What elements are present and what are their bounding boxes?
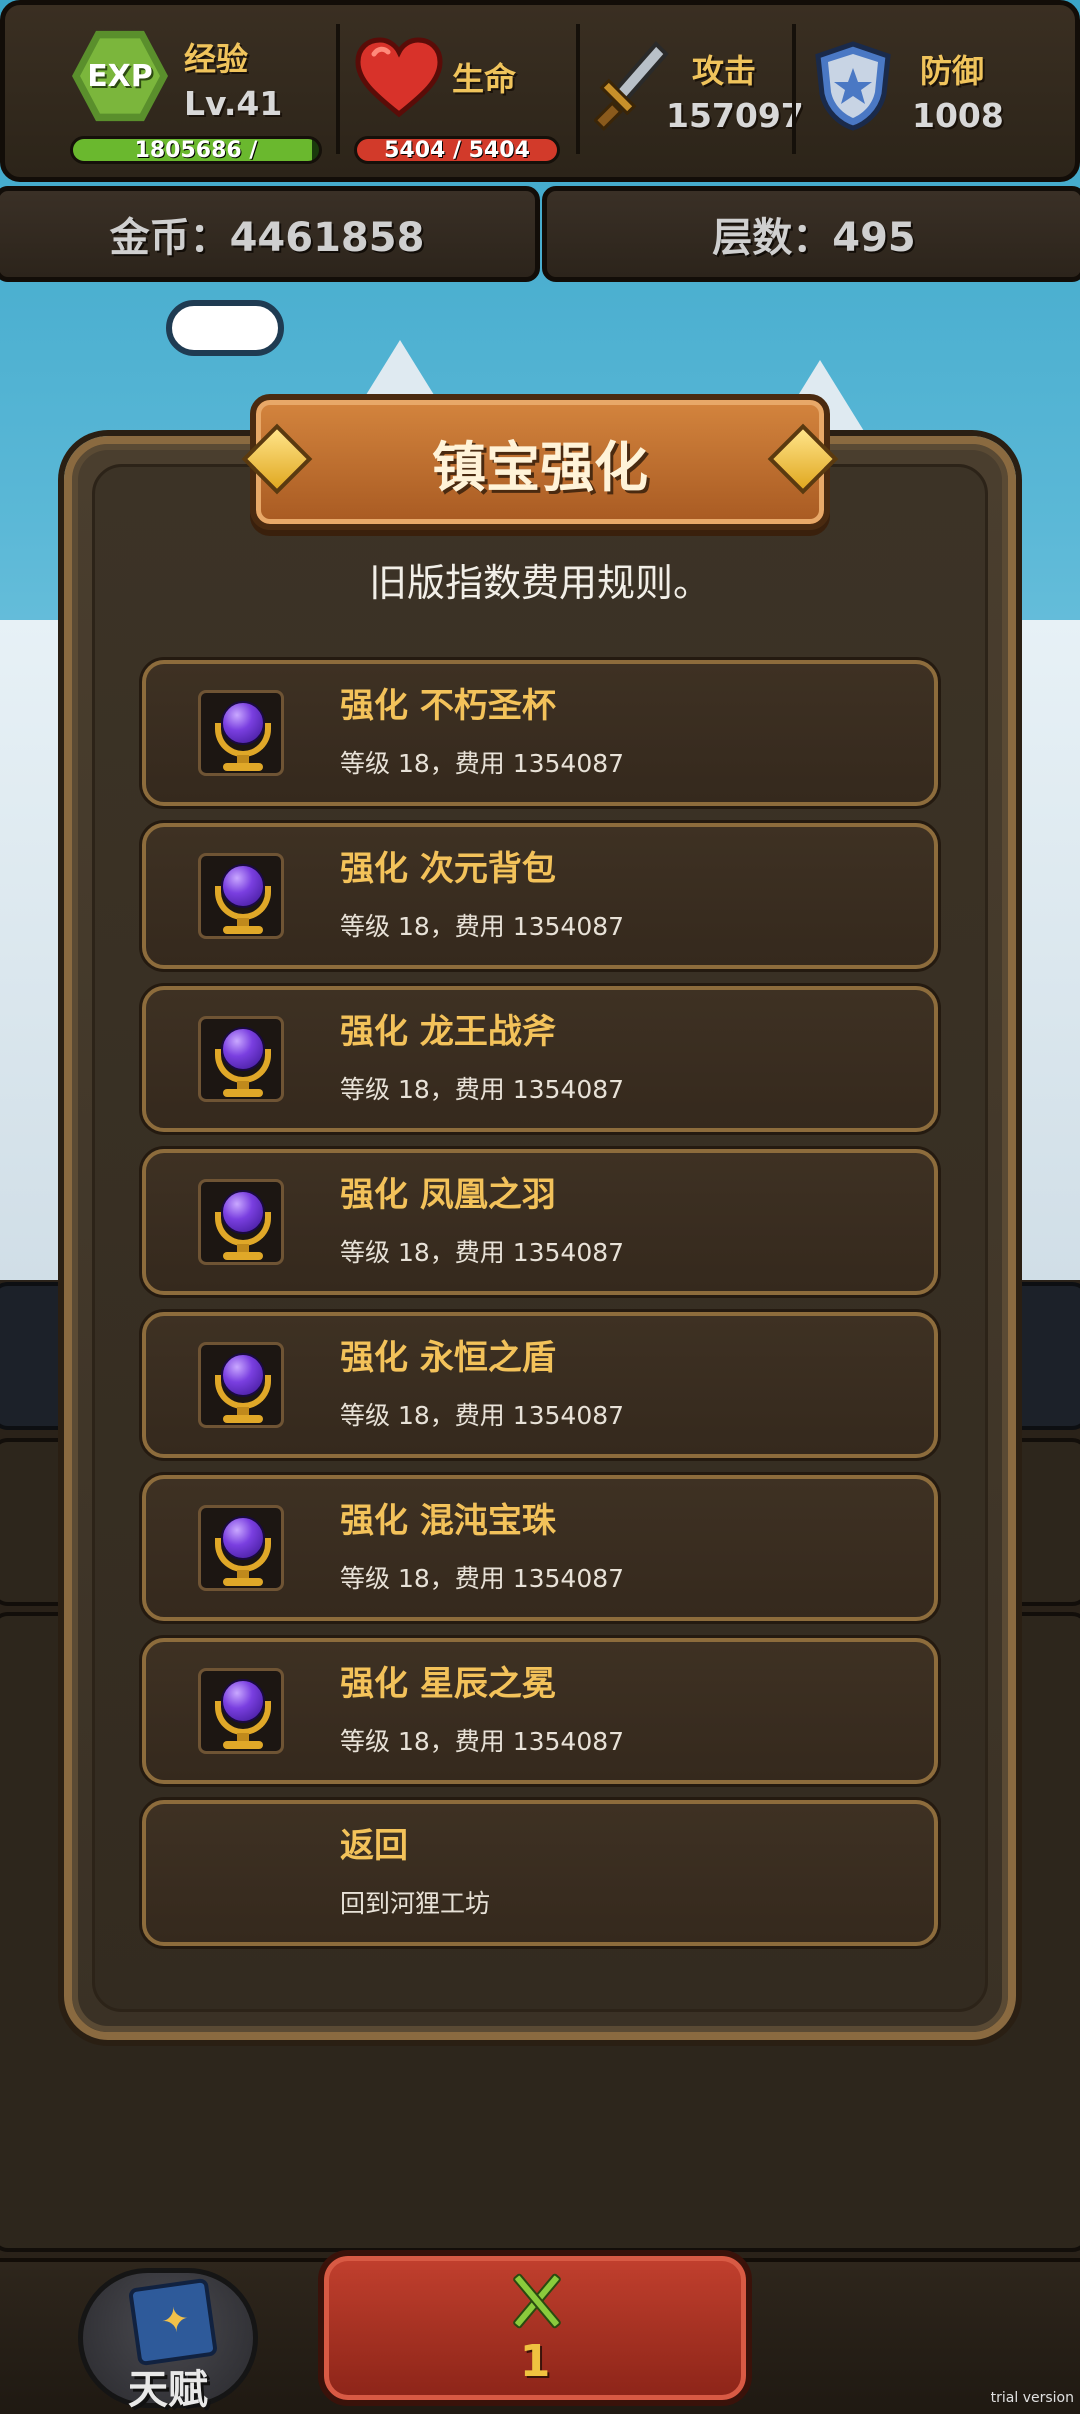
talent-button[interactable]: ✦ 天赋 — [78, 2268, 258, 2413]
exp-icon: EXP — [72, 30, 168, 122]
upgrade-row[interactable]: 强化 混沌宝珠等级 18，费用 1354087 — [142, 1475, 938, 1621]
orb-trophy-icon — [198, 1505, 284, 1591]
orb-trophy-icon — [198, 690, 284, 776]
cradle — [215, 1701, 271, 1735]
orb-trophy-icon — [198, 1668, 284, 1754]
orb-trophy-icon — [198, 1342, 284, 1428]
orb-trophy-icon — [198, 853, 284, 939]
heart-icon — [355, 37, 443, 118]
floor-display: 层数：495 — [542, 186, 1080, 282]
sword-icon — [594, 41, 669, 131]
upgrade-desc: 等级 18，费用 1354087 — [340, 1075, 625, 1104]
upgrade-title: 强化 混沌宝珠 — [340, 1501, 556, 1541]
base — [223, 1415, 263, 1423]
upgrade-row[interactable]: 强化 龙王战斧等级 18，费用 1354087 — [142, 986, 938, 1132]
dialog-title: 镇宝强化 — [432, 435, 648, 499]
orb-trophy-icon — [198, 1179, 284, 1265]
upgrade-row[interactable]: 强化 次元背包等级 18，费用 1354087 — [142, 823, 938, 969]
gold-display: 金币：4461858 — [0, 186, 540, 282]
exp-bar: 1805686 / — [70, 136, 322, 164]
crossed-swords-icon — [502, 2268, 572, 2338]
upgrade-desc: 等级 18，费用 1354087 — [340, 1564, 625, 1593]
base — [223, 926, 263, 934]
upgrade-row[interactable]: 强化 星辰之冕等级 18，费用 1354087 — [142, 1638, 938, 1784]
upgrade-title: 强化 星辰之冕 — [340, 1664, 556, 1704]
cradle — [215, 723, 271, 757]
base — [223, 763, 263, 771]
dialog-title-banner: 镇宝强化 — [250, 394, 830, 530]
cloud — [166, 300, 284, 356]
talent-label: 天赋 — [128, 2367, 208, 2413]
upgrade-title: 强化 次元背包 — [340, 849, 556, 889]
base — [223, 1252, 263, 1260]
exp-icon-text: EXP — [80, 38, 160, 114]
defense-label: 防御 — [920, 52, 985, 90]
watermark: trial version — [990, 2390, 1074, 2406]
defense-value: 1008 — [912, 96, 1004, 135]
exp-label: 经验 — [184, 40, 249, 78]
star-icon: ✦ — [158, 2298, 192, 2343]
upgrade-title: 强化 不朽圣杯 — [340, 686, 556, 726]
upgrade-desc: 等级 18，费用 1354087 — [340, 1727, 625, 1756]
battle-count: 1 — [519, 2336, 551, 2387]
hp-stat: 生命 5404 / 5404 — [340, 0, 576, 172]
dialog-subtitle: 旧版指数费用规则。 — [368, 561, 711, 605]
base — [223, 1578, 263, 1586]
upgrade-title: 强化 龙王战斧 — [340, 1012, 556, 1052]
cradle — [215, 886, 271, 920]
upgrade-desc: 等级 18，费用 1354087 — [340, 912, 625, 941]
upgrade-row[interactable]: 强化 凤凰之羽等级 18，费用 1354087 — [142, 1149, 938, 1295]
cradle — [215, 1375, 271, 1409]
attack-stat: 攻击 157097 — [580, 0, 804, 172]
book-icon: ✦ — [127, 2277, 219, 2367]
upgrade-title: 强化 永恒之盾 — [340, 1338, 556, 1378]
upgrade-desc: 等级 18，费用 1354087 — [340, 749, 625, 778]
cradle — [215, 1049, 271, 1083]
upgrade-row[interactable]: 强化 不朽圣杯等级 18，费用 1354087 — [142, 660, 938, 806]
shield-icon — [815, 41, 891, 131]
base — [223, 1089, 263, 1097]
upgrade-desc: 等级 18，费用 1354087 — [340, 1238, 625, 1267]
defense-stat: 防御 1008 — [796, 0, 1076, 172]
hp-bar-text: 5404 / 5404 — [384, 137, 530, 163]
attack-value: 157097 — [666, 96, 804, 135]
attack-label: 攻击 — [692, 52, 757, 90]
exp-level: Lv.41 — [184, 84, 283, 123]
upgrade-row[interactable]: 强化 永恒之盾等级 18，费用 1354087 — [142, 1312, 938, 1458]
battle-button[interactable]: 1 — [318, 2250, 752, 2406]
hp-bar: 5404 / 5404 — [354, 136, 560, 164]
cradle — [215, 1212, 271, 1246]
cradle — [215, 1538, 271, 1572]
upgrade-desc: 等级 18，费用 1354087 — [340, 1401, 625, 1430]
hp-label: 生命 — [452, 60, 517, 98]
exp-bar-text: 1805686 / — [134, 137, 258, 163]
back-title: 返回 — [340, 1826, 408, 1866]
orb-trophy-icon — [198, 1016, 284, 1102]
back-desc: 回到河狸工坊 — [340, 1889, 491, 1918]
upgrade-title: 强化 凤凰之羽 — [340, 1175, 556, 1215]
base — [223, 1741, 263, 1749]
back-button[interactable]: 返回 回到河狸工坊 — [142, 1800, 938, 1946]
exp-stat: EXP 经验 Lv.41 1805686 / — [0, 0, 336, 172]
